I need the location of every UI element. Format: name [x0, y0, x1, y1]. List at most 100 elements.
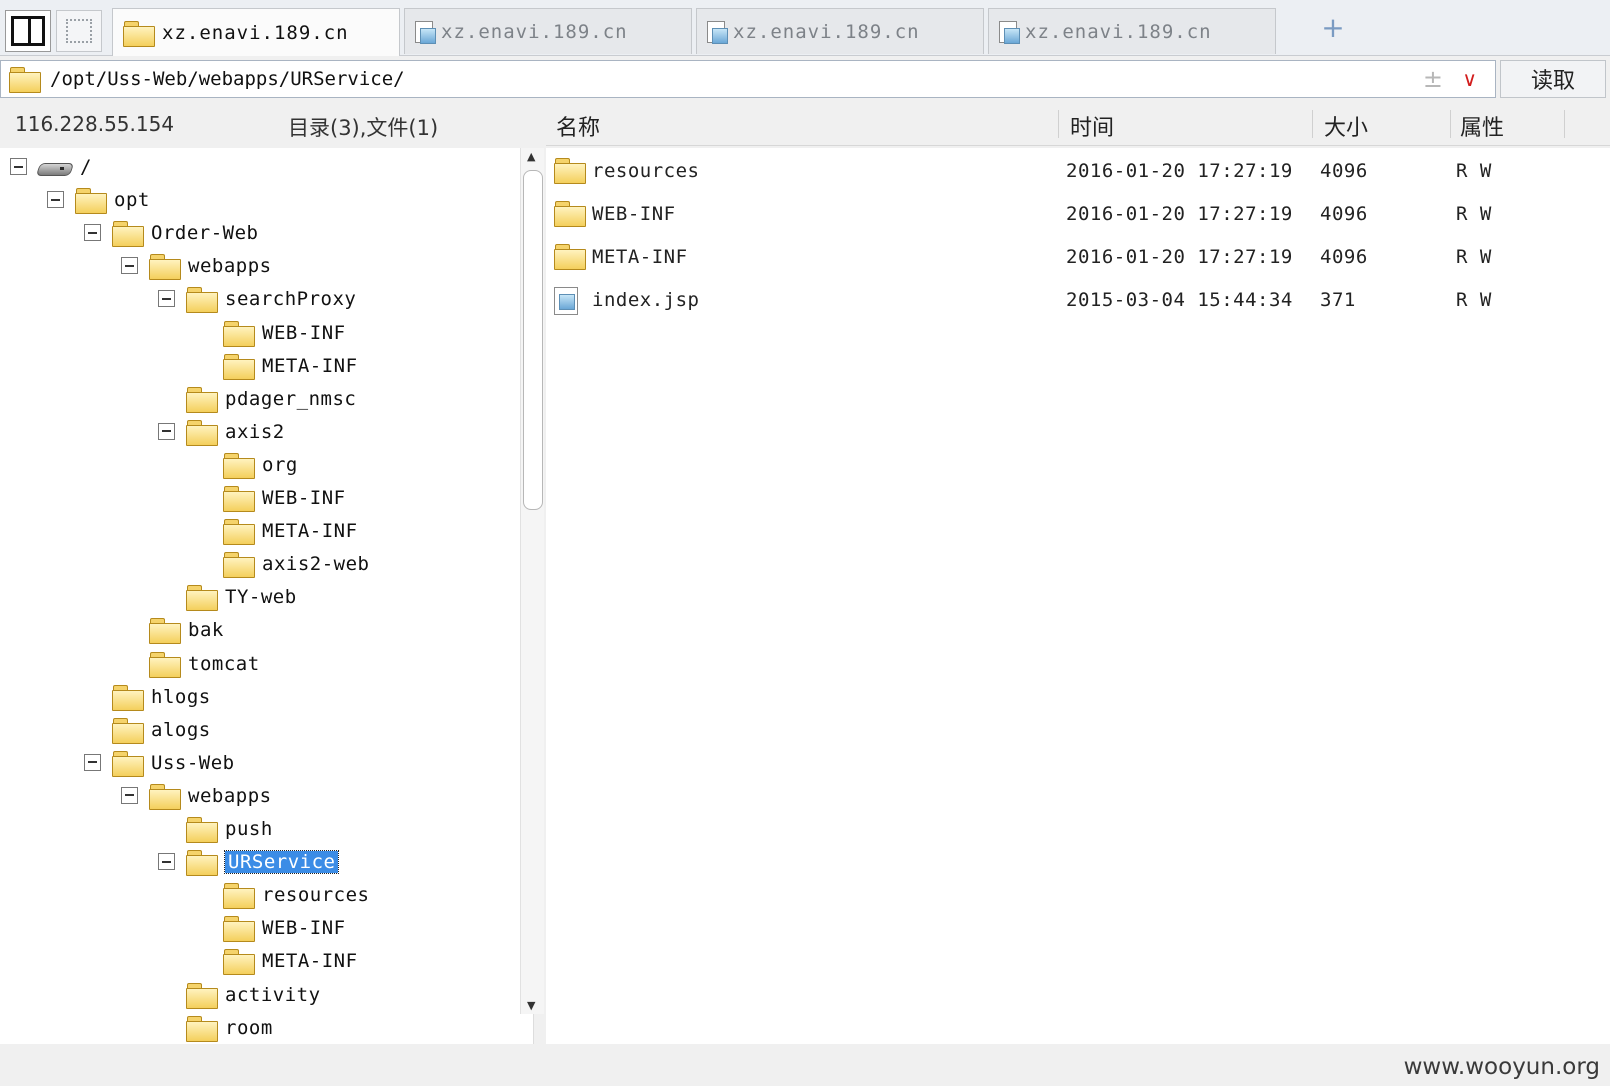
- tree-node-label: WEB-INF: [262, 487, 346, 509]
- tree-node[interactable]: searchProxy: [186, 282, 356, 316]
- address-path[interactable]: /opt/Uss-Web/webapps/URService/: [50, 68, 405, 90]
- tree-node-label: URService: [223, 850, 340, 875]
- folder-icon: [223, 916, 255, 943]
- file-list[interactable]: resources 2016-01-20 17:27:19 4096 R W WEB-I…: [546, 148, 1610, 1044]
- scroll-down-icon[interactable]: ▼: [527, 999, 535, 1012]
- read-button[interactable]: 读取: [1500, 60, 1606, 98]
- collapse-icon[interactable]: [47, 191, 64, 209]
- column-name[interactable]: 名称: [556, 110, 600, 142]
- tree-node[interactable]: hlogs: [112, 680, 211, 714]
- tree-node[interactable]: alogs: [112, 713, 211, 747]
- tree-node-label: activity: [225, 983, 321, 1006]
- directory-tree[interactable]: / opt Order-Web webapps searchProxy WEB-INF ME…: [0, 148, 534, 1044]
- collapse-icon[interactable]: [10, 158, 27, 175]
- tree-node[interactable]: WEB-INF: [223, 316, 346, 350]
- watermark: www.wooyun.org: [1403, 1054, 1600, 1080]
- tree-scrollbar[interactable]: ▲ ▼: [520, 148, 544, 1014]
- tree-node[interactable]: tomcat: [149, 647, 260, 681]
- file-row[interactable]: META-INF 2016-01-20 17:27:19 4096 R W: [546, 236, 1610, 276]
- file-size: 4096: [1320, 246, 1368, 268]
- column-time[interactable]: 时间: [1070, 110, 1114, 142]
- file-row[interactable]: resources 2016-01-20 17:27:19 4096 R W: [546, 150, 1610, 190]
- file-row[interactable]: WEB-INF 2016-01-20 17:27:19 4096 R W: [546, 193, 1610, 233]
- collapse-icon[interactable]: [121, 786, 138, 804]
- column-size[interactable]: 大小: [1324, 110, 1368, 142]
- tab-bar: xz.enavi.189.cn xz.enavi.189.cn xz.enavi.1…: [0, 0, 1610, 56]
- blank-tab-button[interactable]: [56, 10, 102, 52]
- tree-node[interactable]: /: [38, 150, 92, 184]
- folder-icon: [223, 883, 255, 910]
- tree-node[interactable]: WEB-INF: [223, 911, 346, 945]
- column-divider: [1564, 110, 1565, 138]
- tree-node[interactable]: pdager_nmsc: [186, 382, 356, 416]
- tree-node-label: WEB-INF: [262, 321, 346, 344]
- add-tab-button[interactable]: +: [1320, 14, 1346, 42]
- tree-node[interactable]: META-INF: [223, 944, 358, 978]
- folder-icon: [554, 201, 586, 227]
- column-divider: [1450, 110, 1451, 138]
- tree-node-label: room: [225, 1016, 273, 1039]
- tree-node[interactable]: opt: [75, 183, 150, 217]
- tree-node-label: searchProxy: [225, 288, 357, 311]
- tree-node[interactable]: META-INF: [223, 514, 358, 548]
- tree-node[interactable]: Uss-Web: [112, 746, 235, 780]
- tab-4[interactable]: xz.enavi.189.cn: [988, 8, 1276, 54]
- tree-node-label: axis2: [225, 420, 285, 443]
- collapse-icon[interactable]: [121, 257, 138, 275]
- document-icon: [999, 20, 1020, 44]
- tree-node[interactable]: Order-Web: [112, 216, 258, 250]
- tree-node[interactable]: URService: [186, 845, 340, 879]
- tree-node-label: hlogs: [151, 685, 211, 708]
- scroll-up-icon[interactable]: ▲: [527, 150, 535, 163]
- address-plus-icon[interactable]: ±: [1423, 65, 1443, 93]
- folder-icon: [554, 244, 586, 270]
- tree-node[interactable]: room: [186, 1011, 273, 1044]
- folder-icon: [149, 254, 181, 281]
- tree-node[interactable]: WEB-INF: [223, 481, 346, 515]
- tree-node-label: META-INF: [262, 520, 358, 543]
- folder-icon: [9, 67, 41, 93]
- address-bar[interactable]: /opt/Uss-Web/webapps/URService/ ± ∨: [0, 60, 1496, 98]
- collapse-icon[interactable]: [84, 753, 101, 771]
- tree-node[interactable]: axis2: [186, 415, 285, 449]
- tree-node[interactable]: push: [186, 812, 273, 846]
- scroll-thumb[interactable]: [523, 170, 543, 510]
- folder-icon: [223, 320, 255, 347]
- file-row[interactable]: index.jsp 2015-03-04 15:44:34 371 R W: [546, 279, 1610, 319]
- tab-2[interactable]: xz.enavi.189.cn: [404, 8, 692, 54]
- folder-icon: [186, 585, 218, 612]
- folder-icon: [75, 188, 107, 215]
- tree-node[interactable]: axis2-web: [223, 547, 369, 581]
- tree-node[interactable]: bak: [149, 613, 224, 647]
- tree-node[interactable]: resources: [223, 878, 369, 912]
- tree-node-label: WEB-INF: [262, 917, 346, 940]
- tab-label: xz.enavi.189.cn: [1025, 20, 1212, 43]
- folder-icon: [123, 20, 155, 47]
- tree-node[interactable]: webapps: [149, 249, 272, 283]
- tree-node-label: push: [225, 818, 273, 840]
- tree-node-label: /: [80, 156, 92, 178]
- folder-icon: [186, 817, 218, 843]
- tab-1[interactable]: xz.enavi.189.cn: [112, 8, 400, 56]
- tree-node[interactable]: TY-web: [186, 580, 297, 614]
- tree-node[interactable]: org: [223, 448, 298, 482]
- tree-node[interactable]: webapps: [149, 779, 272, 813]
- folder-icon: [186, 419, 218, 446]
- column-divider: [1312, 110, 1313, 138]
- dotted-square-icon: [66, 19, 92, 43]
- collapse-icon[interactable]: [158, 290, 175, 308]
- collapse-icon[interactable]: [158, 422, 175, 440]
- tree-node-label: opt: [114, 189, 150, 212]
- folder-icon: [112, 684, 144, 711]
- window-toggle-button[interactable]: [5, 10, 51, 52]
- collapse-icon[interactable]: [158, 853, 175, 871]
- file-size: 371: [1320, 289, 1356, 311]
- tab-3[interactable]: xz.enavi.189.cn: [696, 8, 984, 54]
- chevron-down-icon[interactable]: ∨: [1462, 67, 1477, 91]
- tree-node[interactable]: META-INF: [223, 349, 358, 383]
- tree-node-label: webapps: [188, 784, 272, 807]
- tree-node[interactable]: activity: [186, 978, 321, 1012]
- collapse-icon[interactable]: [84, 224, 101, 242]
- drive-icon: [38, 157, 72, 177]
- column-attr[interactable]: 属性: [1460, 110, 1504, 142]
